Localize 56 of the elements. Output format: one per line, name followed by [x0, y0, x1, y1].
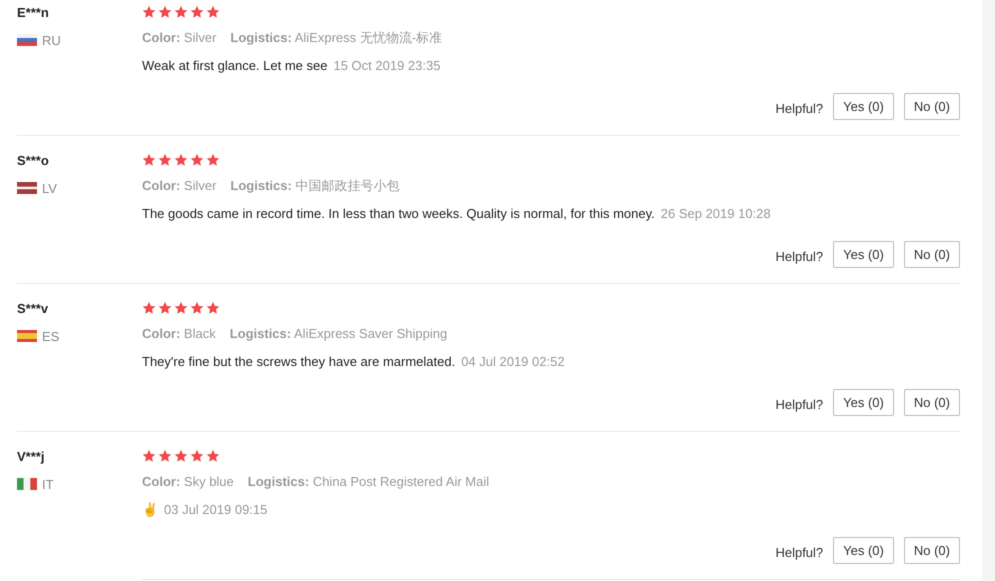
star-icon: [174, 5, 188, 19]
star-icon: [190, 449, 204, 463]
star-icon: [174, 153, 188, 167]
yes-button[interactable]: Yes (0): [833, 537, 894, 564]
reviewer-name: S***o: [17, 152, 50, 170]
review-date: 26 Sep 2019 10:28: [660, 204, 771, 223]
star-icon: [142, 301, 156, 315]
no-button[interactable]: No (0): [904, 93, 960, 120]
star-icon: [206, 301, 220, 315]
country-code: IT: [42, 476, 54, 494]
logistics-info: Logistics: AliExpress 无忧物流-标准: [230, 29, 442, 47]
star-icon: [158, 5, 172, 19]
star-icon: [174, 449, 188, 463]
star-icon: [190, 301, 204, 315]
no-button[interactable]: No (0): [904, 537, 960, 564]
star-icon: [190, 5, 204, 19]
logistics-info: Logistics: China Post Registered Air Mail: [248, 473, 490, 491]
country-code: ES: [42, 328, 60, 346]
review-text: They're fine but the screws they have are marmelated.: [142, 352, 456, 371]
review-date: 15 Oct 2019 23:35: [333, 56, 440, 74]
star-icon: [158, 301, 172, 315]
review-text: ✌: [142, 500, 158, 519]
color-info: Color: Silver: [142, 29, 216, 47]
country-code: RU: [42, 32, 61, 50]
color-info: Color: Black: [142, 325, 216, 343]
country-code: LV: [42, 180, 57, 198]
star-icon: [158, 449, 172, 463]
star-icon: [158, 153, 172, 167]
no-button[interactable]: No (0): [904, 389, 960, 416]
helpful-label: Helpful?: [775, 248, 824, 266]
star-icon: [142, 449, 156, 463]
star-icon: [190, 153, 204, 167]
star-icon: [206, 5, 220, 19]
star-icon: [174, 301, 188, 315]
yes-button[interactable]: Yes (0): [833, 241, 894, 268]
reviewer-name: S***v: [17, 300, 50, 318]
star-icon: [206, 449, 220, 463]
helpful-label: Helpful?: [775, 396, 824, 414]
review-text: Weak at first glance. Let me see: [142, 56, 328, 75]
reviewer-name: V***j: [17, 448, 46, 466]
star-icon: [142, 5, 156, 19]
star-icon: [142, 153, 156, 167]
star-icon: [206, 153, 220, 167]
review-date: 04 Jul 2019 02:52: [461, 352, 565, 370]
logistics-info: Logistics: AliExpress Saver Shipping: [230, 325, 448, 343]
color-info: Color: Sky blue: [142, 473, 234, 491]
yes-button[interactable]: Yes (0): [833, 389, 894, 416]
logistics-info: Logistics: 中国邮政挂号小包: [230, 177, 400, 195]
helpful-label: Helpful?: [775, 544, 824, 562]
no-button[interactable]: No (0): [904, 241, 960, 268]
yes-button[interactable]: Yes (0): [833, 93, 894, 120]
review-text: The goods came in record time. In less than two weeks. Quality is normal, for this money.: [142, 204, 655, 223]
color-info: Color: Silver: [142, 177, 216, 195]
reviewer-name: E***n: [17, 4, 50, 22]
review-date: 03 Jul 2019 09:15: [164, 500, 268, 518]
helpful-label: Helpful?: [775, 100, 824, 118]
